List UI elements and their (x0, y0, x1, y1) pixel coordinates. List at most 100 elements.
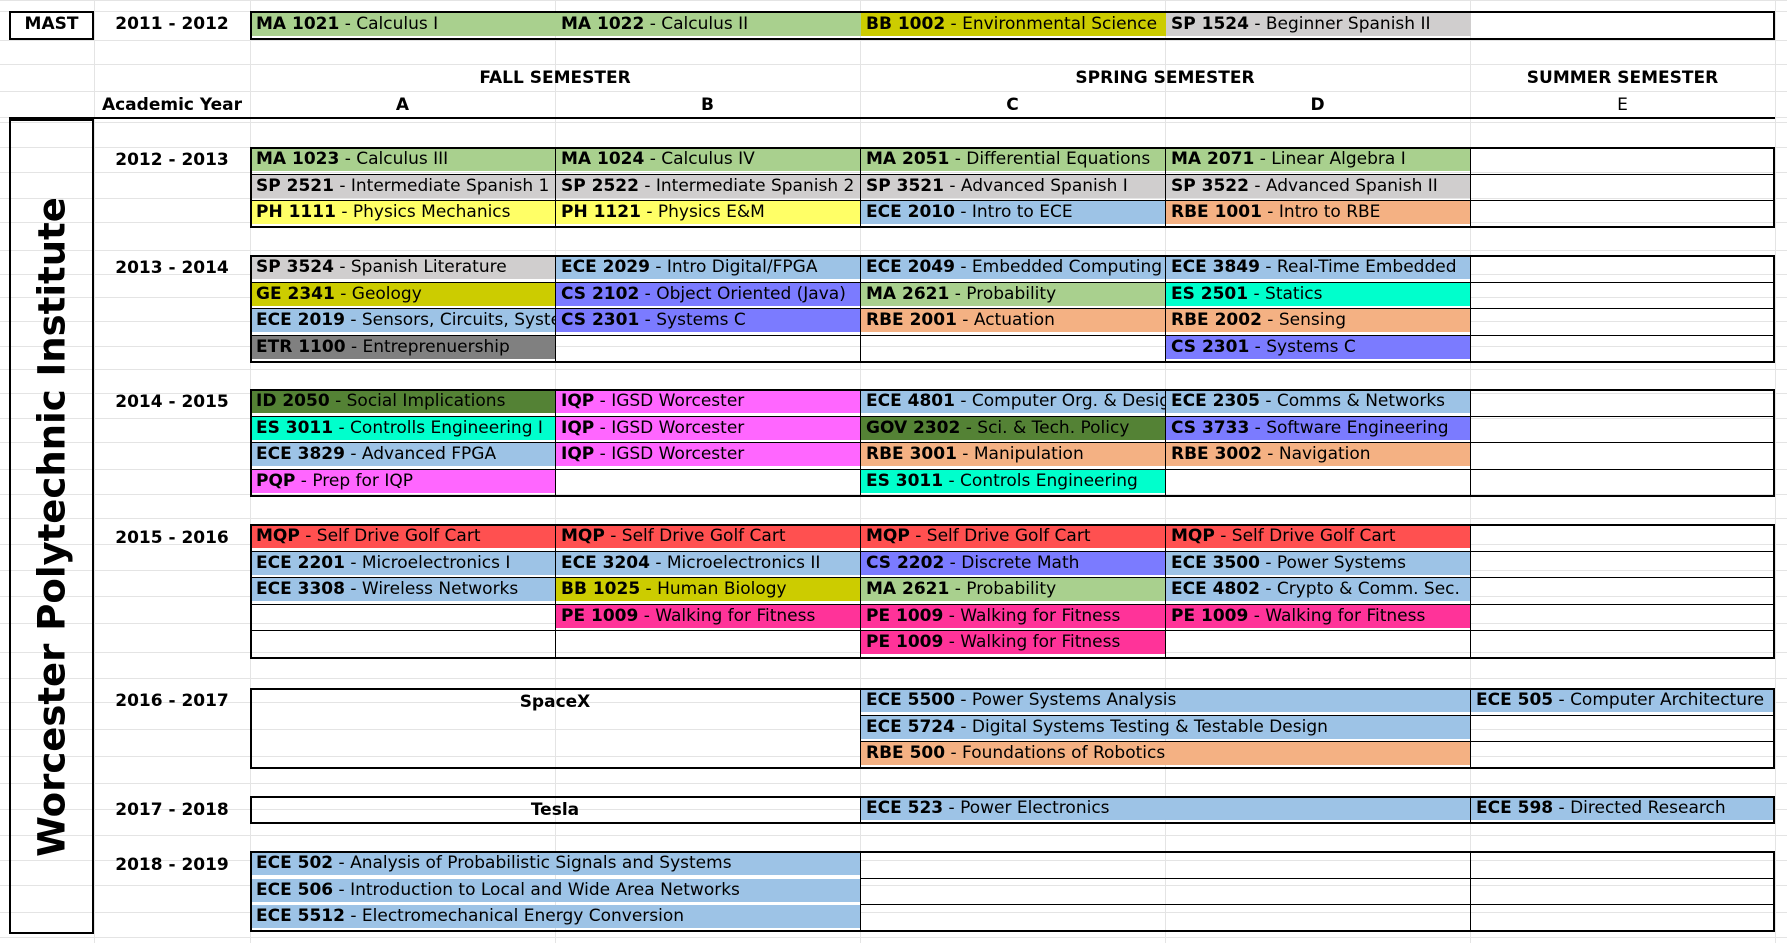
course-code: PH 1121 (561, 202, 641, 222)
course-cell[interactable]: ECE 598 - Directed Research (1471, 797, 1775, 820)
course-cell[interactable]: RBE 2001 - Actuation (861, 309, 1165, 332)
course-cell[interactable]: PE 1009 - Walking for Fitness (861, 604, 1165, 628)
separator: - (954, 202, 972, 222)
course-cell[interactable]: ECE 4802 - Crypto & Comm. Sec. (1166, 578, 1470, 601)
course-cell[interactable]: ECE 506 - Introduction to Local and Wide… (251, 878, 860, 902)
course-cell[interactable]: ECE 3204 - Microelectronics II (556, 551, 860, 575)
course-cell[interactable]: CS 2301 - Systems C (1166, 335, 1470, 359)
course-cell[interactable]: ID 2050 - Social Implications (251, 390, 555, 413)
course-cell[interactable]: SP 2522 - Intermediate Spanish 2 (556, 174, 860, 198)
course-title: Computer Architecture (1570, 690, 1765, 710)
course-cell[interactable]: CS 2301 - Systems C (556, 309, 860, 332)
course-cell[interactable]: PH 1121 - Physics E&M (556, 201, 860, 224)
course-cell[interactable]: RBE 500 - Foundations of Robotics (861, 742, 1470, 765)
course-cell[interactable]: GOV 2302 - Sci. & Tech. Policy (861, 416, 1165, 440)
course-cell[interactable]: SP 3524 - Spanish Literature (251, 256, 555, 279)
course-code: PQP (256, 470, 296, 491)
course-cell[interactable]: ETR 1100 - Entreprenuership (251, 335, 555, 359)
separator: - (1261, 202, 1279, 222)
course-cell[interactable]: ECE 3829 - Advanced FPGA (251, 443, 555, 466)
course-cell[interactable]: MQP - Self Drive Golf Cart (861, 525, 1165, 548)
separator: - (1259, 391, 1277, 411)
course-cell[interactable]: MQP - Self Drive Golf Cart (251, 525, 555, 548)
course-cell[interactable]: PH 1111 - Physics Mechanics (251, 201, 555, 224)
course-code: ID 2050 (256, 391, 330, 411)
course-title: Prep for IQP (312, 470, 413, 491)
course-cell[interactable]: MQP - Self Drive Golf Cart (556, 525, 860, 548)
course-cell[interactable]: MA 2071 - Linear Algebra I (1166, 148, 1470, 171)
course-cell[interactable]: ECE 2029 - Intro Digital/FPGA (556, 256, 860, 279)
cell-divider (250, 442, 1775, 443)
course-cell[interactable]: ECE 4801 - Computer Org. & Design (861, 390, 1165, 413)
course-cell[interactable]: ES 3011 - Controlls Engineering I (251, 416, 555, 440)
course-cell[interactable]: IQP - IGSD Worcester (556, 416, 860, 440)
separator: - (594, 417, 612, 438)
course-title: Microelectronics II (666, 552, 821, 573)
course-cell[interactable]: ECE 5512 - Electromechanical Energy Conv… (251, 905, 860, 928)
course-title: Statics (1265, 283, 1323, 304)
course-cell[interactable]: RBE 3002 - Navigation (1166, 443, 1470, 466)
course-cell[interactable]: BB 1025 - Human Biology (556, 578, 860, 601)
course-cell[interactable]: ECE 2305 - Comms & Networks (1166, 390, 1470, 413)
course-cell[interactable]: ECE 2019 - Sensors, Circuits, Systems (251, 309, 555, 332)
internship-spacex[interactable]: SpaceX (250, 692, 860, 712)
course-cell[interactable]: CS 2102 - Object Oriented (Java) (556, 282, 860, 306)
course-code: PE 1009 (866, 605, 944, 626)
course-title: Beginner Spanish II (1265, 14, 1431, 34)
course-cell[interactable]: SP 3521 - Advanced Spanish I (861, 174, 1165, 198)
institute-label-box: Worcester Polytechnic Institute (9, 119, 94, 934)
cell-divider (860, 688, 861, 769)
course-cell[interactable]: ECE 505 - Computer Architecture (1471, 689, 1775, 712)
course-title: Self Drive Golf Cart (926, 526, 1091, 546)
course-cell[interactable]: MA 1024 - Calculus IV (556, 148, 860, 171)
course-cell[interactable]: SP 2521 - Intermediate Spanish 1 (251, 174, 555, 198)
course-cell[interactable]: PE 1009 - Walking for Fitness (1166, 604, 1470, 628)
course-cell[interactable]: ECE 3308 - Wireless Networks (251, 578, 555, 601)
course-cell[interactable]: MA 1023 - Calculus III (251, 148, 555, 171)
course-cell[interactable]: ECE 502 - Analysis of Probabilistic Sign… (251, 852, 860, 875)
course-cell[interactable]: MA 2621 - Probability (861, 282, 1165, 306)
course-cell[interactable]: ECE 5500 - Power Systems Analysis (861, 689, 1470, 712)
course-cell[interactable]: PQP - Prep for IQP (251, 469, 555, 493)
course-cell[interactable]: ECE 2010 - Intro to ECE (861, 201, 1165, 224)
mast-course-cell[interactable]: SP 1524 - Beginner Spanish II (1166, 13, 1471, 36)
course-cell[interactable]: CS 3733 - Software Engineering (1166, 416, 1470, 440)
course-cell[interactable]: MA 2051 - Differential Equations (861, 148, 1165, 171)
mast-course-cell[interactable]: BB 1002 - Environmental Science (861, 13, 1166, 36)
course-cell[interactable]: ECE 2201 - Microelectronics I (251, 551, 555, 575)
course-cell[interactable]: IQP - IGSD Worcester (556, 443, 860, 466)
course-cell[interactable]: RBE 3001 - Manipulation (861, 443, 1165, 466)
cell-divider (860, 877, 1775, 879)
course-cell[interactable]: ECE 3500 - Power Systems (1166, 551, 1470, 575)
course-cell[interactable]: RBE 2002 - Sensing (1166, 309, 1470, 332)
cell-divider (250, 200, 1775, 201)
mast-year: 2011 - 2012 (115, 14, 229, 34)
mast-course-cell[interactable]: MA 1022 - Calculus II (556, 13, 861, 36)
course-cell[interactable]: SP 3522 - Advanced Spanish II (1166, 174, 1470, 198)
course-cell[interactable]: ES 3011 - Controls Engineering (861, 469, 1165, 493)
course-cell[interactable]: ECE 3849 - Real-Time Embedded (1166, 256, 1470, 279)
course-cell[interactable]: ES 2501 - Statics (1166, 282, 1470, 306)
course-cell[interactable]: MA 2621 - Probability (861, 578, 1165, 601)
mast-course-cell[interactable]: MA 1021 - Calculus I (251, 13, 556, 36)
course-cell[interactable]: CS 2202 - Discrete Math (861, 551, 1165, 575)
course-cell[interactable]: ECE 523 - Power Electronics (861, 797, 1470, 820)
internship-tesla[interactable]: Tesla (250, 800, 860, 820)
course-title: Probability (966, 283, 1057, 304)
course-cell[interactable]: MQP - Self Drive Golf Cart (1166, 525, 1470, 548)
course-cell[interactable]: PE 1009 - Walking for Fitness (861, 631, 1165, 654)
course-cell[interactable]: IQP - IGSD Worcester (556, 390, 860, 413)
course-cell[interactable]: PE 1009 - Walking for Fitness (556, 604, 860, 628)
course-cell[interactable]: ECE 2049 - Embedded Computing (861, 256, 1165, 279)
course-code: GOV 2302 (866, 417, 961, 438)
separator: - (594, 444, 612, 464)
course-title: Discrete Math (961, 552, 1080, 573)
course-cell[interactable]: RBE 1001 - Intro to RBE (1166, 201, 1470, 224)
course-code: ECE 5724 (866, 716, 955, 737)
course-cell[interactable]: ECE 5724 - Digital Systems Testing & Tes… (861, 715, 1470, 739)
cell-divider (1165, 389, 1166, 497)
course-title: Calculus IV (661, 149, 755, 169)
course-cell[interactable]: GE 2341 - Geology (251, 282, 555, 306)
separator: - (909, 526, 927, 546)
course-title: Analysis of Probabilistic Signals and Sy… (350, 853, 732, 873)
